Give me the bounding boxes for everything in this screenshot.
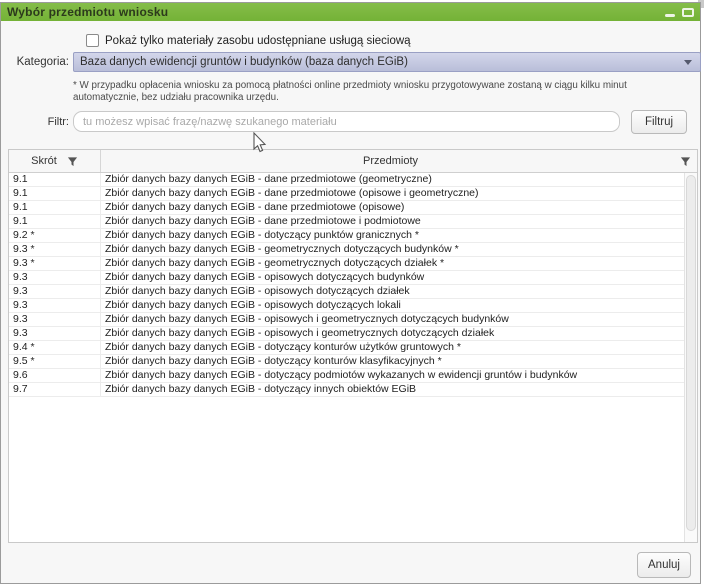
cell-przedmiot: Zbiór danych bazy danych EGiB - geometry… (101, 257, 684, 270)
filter-label: Filtr: (29, 116, 69, 128)
filter-button[interactable]: Filtruj (631, 110, 687, 134)
cell-skrot: 9.3 (9, 271, 101, 284)
cell-przedmiot: Zbiór danych bazy danych EGiB - opisowyc… (101, 271, 684, 284)
dialog-wybor-przedmiotu: Wybór przedmiotu wniosku Pokaż tylko mat… (0, 2, 701, 584)
cell-skrot: 9.3 (9, 285, 101, 298)
screen: Wybór przedmiotu wniosku Pokaż tylko mat… (0, 0, 705, 586)
column-header-skrot[interactable]: Skrót (9, 150, 101, 172)
scrollbar-thumb[interactable] (686, 175, 696, 531)
cell-skrot: 9.1 (9, 201, 101, 214)
cell-skrot: 9.3 (9, 313, 101, 326)
minimize-icon[interactable] (665, 14, 675, 17)
table-row[interactable]: 9.5 * Zbiór danych bazy danych EGiB - do… (9, 355, 684, 369)
cell-przedmiot: Zbiór danych bazy danych EGiB - opisowyc… (101, 327, 684, 340)
cell-przedmiot: Zbiór danych bazy danych EGiB - dane prz… (101, 173, 684, 186)
cell-przedmiot: Zbiór danych bazy danych EGiB - dotycząc… (101, 383, 684, 396)
online-payment-note: * W przypadku opłacenia wniosku za pomoc… (73, 80, 685, 103)
table-row[interactable]: 9.2 * Zbiór danych bazy danych EGiB - do… (9, 229, 684, 243)
table-row[interactable]: 9.3 Zbiór danych bazy danych EGiB - opis… (9, 271, 684, 285)
cell-przedmiot: Zbiór danych bazy danych EGiB - opisowyc… (101, 299, 684, 312)
cell-przedmiot: Zbiór danych bazy danych EGiB - dotycząc… (101, 229, 684, 242)
cell-skrot: 9.3 * (9, 257, 101, 270)
cell-skrot: 9.7 (9, 383, 101, 396)
cell-przedmiot: Zbiór danych bazy danych EGiB - dotycząc… (101, 341, 684, 354)
cell-skrot: 9.3 (9, 327, 101, 340)
column-header-przedmioty-label: Przedmioty (101, 155, 680, 167)
cell-przedmiot: Zbiór danych bazy danych EGiB - dotycząc… (101, 355, 684, 368)
cell-skrot: 9.4 * (9, 341, 101, 354)
cell-przedmiot: Zbiór danych bazy danych EGiB - dane prz… (101, 215, 684, 228)
cell-przedmiot: Zbiór danych bazy danych EGiB - opisowyc… (101, 285, 684, 298)
table-scrollbar[interactable] (684, 173, 697, 542)
table-row[interactable]: 9.1 Zbiór danych bazy danych EGiB - dane… (9, 215, 684, 229)
category-selected-value: Baza danych ewidencji gruntów i budynków… (80, 56, 684, 68)
cell-skrot: 9.5 * (9, 355, 101, 368)
cell-skrot: 9.1 (9, 173, 101, 186)
cell-skrot: 9.2 * (9, 229, 101, 242)
table-row[interactable]: 9.3 * Zbiór danych bazy danych EGiB - ge… (9, 243, 684, 257)
cell-przedmiot: Zbiór danych bazy danych EGiB - opisowyc… (101, 313, 684, 326)
table-body: 9.1 Zbiór danych bazy danych EGiB - dane… (9, 173, 684, 542)
show-only-network-materials-checkbox[interactable] (86, 34, 99, 47)
cell-przedmiot: Zbiór danych bazy danych EGiB - dane prz… (101, 201, 684, 214)
table-row[interactable]: 9.4 * Zbiór danych bazy danych EGiB - do… (9, 341, 684, 355)
cancel-button[interactable]: Anuluj (637, 552, 691, 578)
checkbox-label: Pokaż tylko materiały zasobu udostępnian… (105, 35, 411, 47)
cell-przedmiot: Zbiór danych bazy danych EGiB - dotycząc… (101, 369, 684, 382)
funnel-icon[interactable] (67, 156, 78, 167)
network-service-filter-row: Pokaż tylko materiały zasobu udostępnian… (86, 34, 411, 47)
cell-skrot: 9.1 (9, 215, 101, 228)
table-row[interactable]: 9.3 * Zbiór danych bazy danych EGiB - ge… (9, 257, 684, 271)
cell-skrot: 9.3 * (9, 243, 101, 256)
category-label: Kategoria: (9, 56, 69, 68)
dialog-title: Wybór przedmiotu wniosku (7, 5, 168, 19)
maximize-icon[interactable] (682, 8, 694, 17)
table-row[interactable]: 9.1 Zbiór danych bazy danych EGiB - dane… (9, 201, 684, 215)
column-header-przedmioty[interactable]: Przedmioty (101, 150, 697, 172)
table-row[interactable]: 9.3 Zbiór danych bazy danych EGiB - opis… (9, 327, 684, 341)
cell-skrot: 9.6 (9, 369, 101, 382)
materials-table: Skrót Przedmioty 9.1 Zbiór danych bazy d… (8, 149, 698, 543)
cell-przedmiot: Zbiór danych bazy danych EGiB - dane prz… (101, 187, 684, 200)
category-dropdown[interactable]: Baza danych ewidencji gruntów i budynków… (73, 52, 701, 72)
cell-skrot: 9.3 (9, 299, 101, 312)
chevron-down-icon (684, 60, 692, 65)
table-header: Skrót Przedmioty (9, 150, 697, 173)
funnel-icon[interactable] (680, 156, 691, 167)
table-row[interactable]: 9.7 Zbiór danych bazy danych EGiB - doty… (9, 383, 684, 397)
table-row[interactable]: 9.3 Zbiór danych bazy danych EGiB - opis… (9, 313, 684, 327)
table-row[interactable]: 9.1 Zbiór danych bazy danych EGiB - dane… (9, 187, 684, 201)
cell-przedmiot: Zbiór danych bazy danych EGiB - geometry… (101, 243, 684, 256)
filter-input[interactable] (73, 111, 620, 132)
table-row[interactable]: 9.1 Zbiór danych bazy danych EGiB - dane… (9, 173, 684, 187)
titlebar[interactable]: Wybór przedmiotu wniosku (1, 3, 700, 21)
table-row[interactable]: 9.3 Zbiór danych bazy danych EGiB - opis… (9, 285, 684, 299)
table-row[interactable]: 9.6 Zbiór danych bazy danych EGiB - doty… (9, 369, 684, 383)
table-row[interactable]: 9.3 Zbiór danych bazy danych EGiB - opis… (9, 299, 684, 313)
column-header-skrot-label: Skrót (31, 155, 57, 167)
cell-skrot: 9.1 (9, 187, 101, 200)
